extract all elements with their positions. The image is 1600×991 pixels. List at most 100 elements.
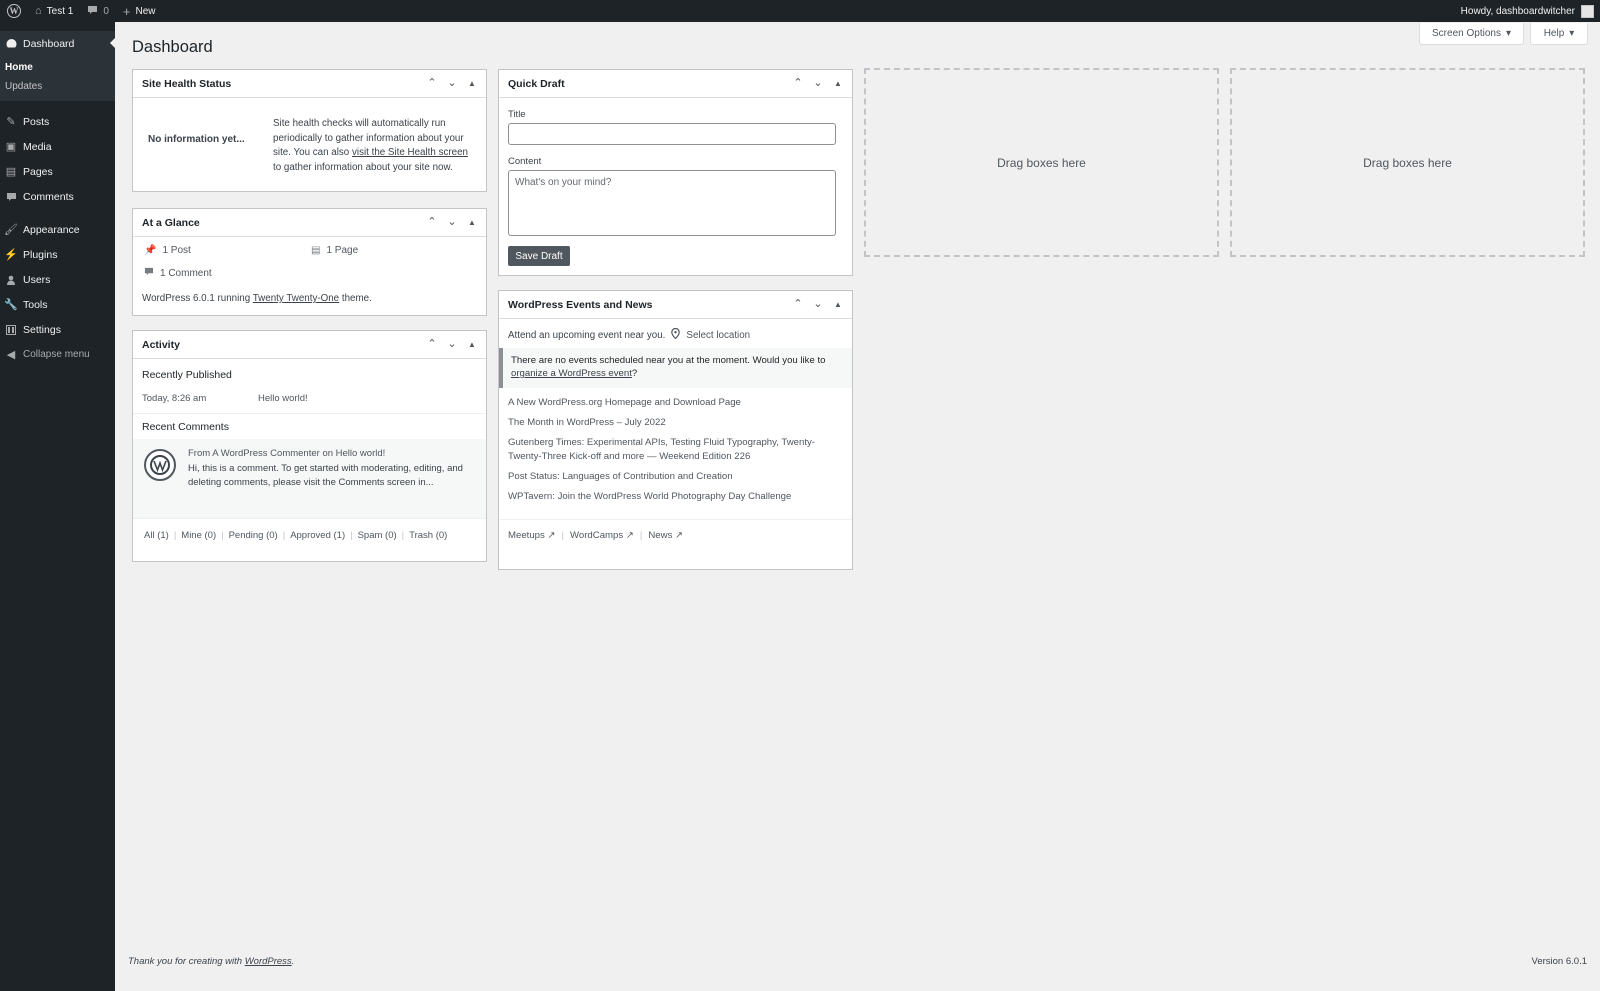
move-up-icon[interactable]: ⌃ [424,76,440,92]
widget-title: WordPress Events and News [508,298,653,311]
submenu-updates[interactable]: Updates [0,77,115,96]
pages-icon: ▤ [5,166,17,178]
widget-title: Site Health Status [142,77,232,90]
toggle-panel-icon[interactable]: ▲ [464,76,480,92]
site-name-link[interactable]: ⌂ Test 1 [28,0,80,22]
filter-spam[interactable]: Spam (0) [358,530,397,541]
sidebar-item-dashboard[interactable]: Dashboard [0,31,115,56]
news-item[interactable]: Gutenberg Times: Experimental APIs, Test… [508,436,843,464]
filter-mine[interactable]: Mine (0) [181,530,216,541]
sidebar-item-plugins[interactable]: ⚡ Plugins [0,242,115,267]
collapse-menu-button[interactable]: ◀ Collapse menu [0,342,115,367]
organize-event-link[interactable]: organize a WordPress event [511,368,632,379]
attend-text: Attend an upcoming event near you. [508,329,666,341]
wordpress-link[interactable]: WordPress [245,956,292,967]
move-down-icon[interactable]: ⌄ [444,215,460,231]
external-link-icon: ↗ [625,530,634,541]
comment-bubble-icon [87,5,98,18]
save-draft-button[interactable]: Save Draft [508,246,570,266]
help-label: Help [1543,28,1565,39]
settings-icon [5,324,17,335]
drop-zone-label: Drag boxes here [1363,155,1452,170]
sidebar-item-appearance[interactable]: 🖌 Appearance [0,217,115,242]
filter-all[interactable]: All (1) [144,530,169,541]
select-location-link[interactable]: Select location [686,330,750,341]
plugin-icon: ⚡ [4,249,18,261]
comment-icon [5,192,17,202]
toggle-panel-icon[interactable]: ▲ [830,76,846,92]
sidebar-item-comments[interactable]: Comments [0,184,115,209]
footer-version: Version 6.0.1 [1531,956,1587,967]
toggle-panel-icon[interactable]: ▲ [464,337,480,353]
external-link-icon: ↗ [547,530,556,541]
glance-posts[interactable]: 📌 1 Post [144,245,191,256]
drop-zone-column-3[interactable]: Drag boxes here [864,68,1219,257]
content-label: Content [508,156,542,167]
main-content: Dashboard Screen Options ▾ Help ▾ Site H… [115,22,1600,991]
move-down-icon[interactable]: ⌄ [810,76,826,92]
move-up-icon[interactable]: ⌃ [424,337,440,353]
sidebar-item-label: Dashboard [23,37,75,50]
caret-down-icon: ▾ [1505,28,1511,39]
comment-filters: All (1) | Mine (0) | Pending (0) | Appro… [144,530,448,541]
site-health-description: Site health checks will automatically ru… [273,118,468,173]
help-button[interactable]: Help ▾ [1530,23,1588,45]
sidebar-item-posts[interactable]: ✎ Posts [0,109,115,134]
my-account[interactable]: Howdy, dashboardwitcher [1460,4,1600,18]
comments-link[interactable]: 0 [80,0,116,22]
news-item[interactable]: A New WordPress.org Homepage and Downloa… [508,396,843,410]
comment-from: From A WordPress Commenter on Hello worl… [188,448,386,459]
events-footer-links: Meetups ↗ | WordCamps ↗ | News ↗ [508,530,684,541]
sidebar-item-settings[interactable]: Settings [0,317,115,342]
news-item[interactable]: WPTavern: Join the WordPress World Photo… [508,490,843,504]
published-date: Today, 8:26 am [142,393,207,404]
filter-approved[interactable]: Approved (1) [290,530,345,541]
at-a-glance-widget: At a Glance ⌃ ⌄ ▲ 📌 1 Post ▤ 1 Page 1 Co… [132,208,487,316]
wp-logo-menu[interactable]: W [0,0,28,22]
move-down-icon[interactable]: ⌄ [444,76,460,92]
sidebar-item-label: Settings [23,323,61,336]
meetups-link[interactable]: Meetups ↗ [508,530,556,541]
draft-title-input[interactable] [508,123,836,145]
sidebar-item-label: Pages [23,165,53,178]
events-news-widget: WordPress Events and News ⌃ ⌄ ▲ Attend a… [498,290,853,570]
comment-item: From A WordPress Commenter on Hello worl… [133,439,486,518]
site-health-link[interactable]: visit the Site Health screen [352,147,468,158]
sidebar-item-tools[interactable]: 🔧 Tools [0,292,115,317]
plus-icon: + [122,3,131,19]
theme-link[interactable]: Twenty Twenty-One [253,293,339,304]
new-content-link[interactable]: + New [116,0,163,22]
move-up-icon[interactable]: ⌃ [790,297,806,313]
news-item[interactable]: The Month in WordPress – July 2022 [508,416,843,430]
howdy-text: Howdy, dashboardwitcher [1460,5,1575,17]
location-pin-icon [671,327,681,342]
screen-options-button[interactable]: Screen Options ▾ [1419,23,1524,45]
toggle-panel-icon[interactable]: ▲ [830,297,846,313]
sidebar-item-media[interactable]: ▣ Media [0,134,115,159]
toggle-panel-icon[interactable]: ▲ [464,215,480,231]
glance-pages[interactable]: ▤ 1 Page [311,245,358,256]
drop-zone-column-4[interactable]: Drag boxes here [1230,68,1585,257]
new-label: New [135,5,156,17]
submenu-home[interactable]: Home [0,58,115,77]
dashboard-submenu: Home Updates [0,56,115,101]
news-link[interactable]: News ↗ [648,530,683,541]
pin-icon: 📌 [144,245,157,256]
wordcamps-link[interactable]: WordCamps ↗ [570,530,634,541]
news-item[interactable]: Post Status: Languages of Contribution a… [508,470,843,484]
filter-trash[interactable]: Trash (0) [409,530,447,541]
published-post-link[interactable]: Hello world! [258,393,308,404]
sidebar-item-label: Media [23,140,52,153]
site-health-widget: Site Health Status ⌃ ⌄ ▲ No information … [132,69,487,192]
admin-bar: W ⌂ Test 1 0 + New Howdy, dashboardwitch… [0,0,1600,22]
filter-pending[interactable]: Pending (0) [229,530,278,541]
move-up-icon[interactable]: ⌃ [424,215,440,231]
glance-comments[interactable]: 1 Comment [144,267,212,279]
move-down-icon[interactable]: ⌄ [444,337,460,353]
move-down-icon[interactable]: ⌄ [810,297,826,313]
draft-content-textarea[interactable] [508,170,836,236]
sidebar-item-users[interactable]: Users [0,267,115,292]
move-up-icon[interactable]: ⌃ [790,76,806,92]
home-icon: ⌂ [35,5,42,17]
sidebar-item-pages[interactable]: ▤ Pages [0,159,115,184]
